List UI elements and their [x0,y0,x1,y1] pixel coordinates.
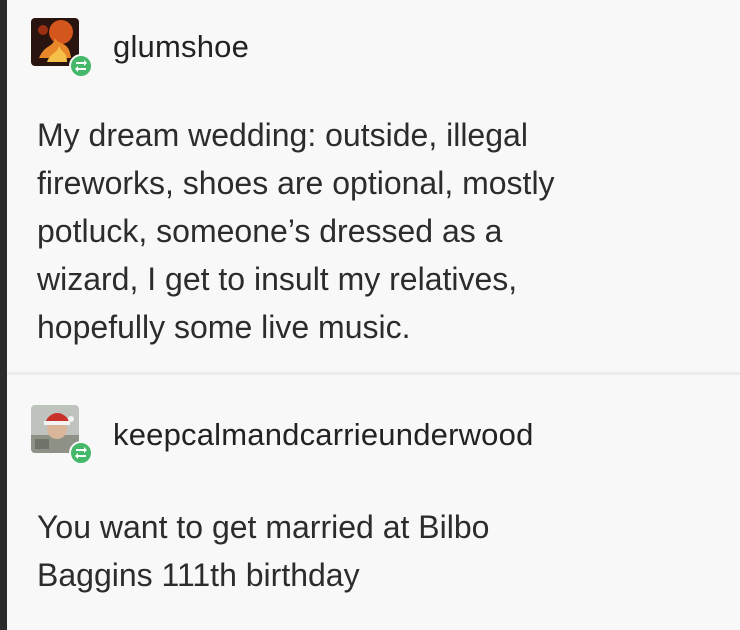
post-1-body-line: hopefully some live music. [37,309,411,345]
post-2-body: You want to get married at Bilbo Baggins… [37,503,727,599]
post-1-body: My dream wedding: outside, illegal firew… [37,111,727,351]
post-1-body-line: fireworks, shoes are optional, mostly [37,165,555,201]
post-2-body-line: You want to get married at Bilbo [37,509,490,545]
post-1-body-line: potluck, someone’s dressed as a [37,213,503,249]
post-1-body-line: wizard, I get to insult my relatives, [37,261,518,297]
post-2-username[interactable]: keepcalmandcarrieunderwood [113,417,534,453]
reblog-icon [69,54,93,78]
post-2-body-line: Baggins 111th birthday [37,557,360,593]
left-edge-bar [0,0,7,630]
reblog-icon [69,441,93,465]
post-2-avatar-group[interactable] [31,405,93,467]
post-1-username[interactable]: glumshoe [113,29,249,65]
post-1-avatar-group[interactable] [31,18,93,80]
post-1-body-line: My dream wedding: outside, illegal [37,117,528,153]
